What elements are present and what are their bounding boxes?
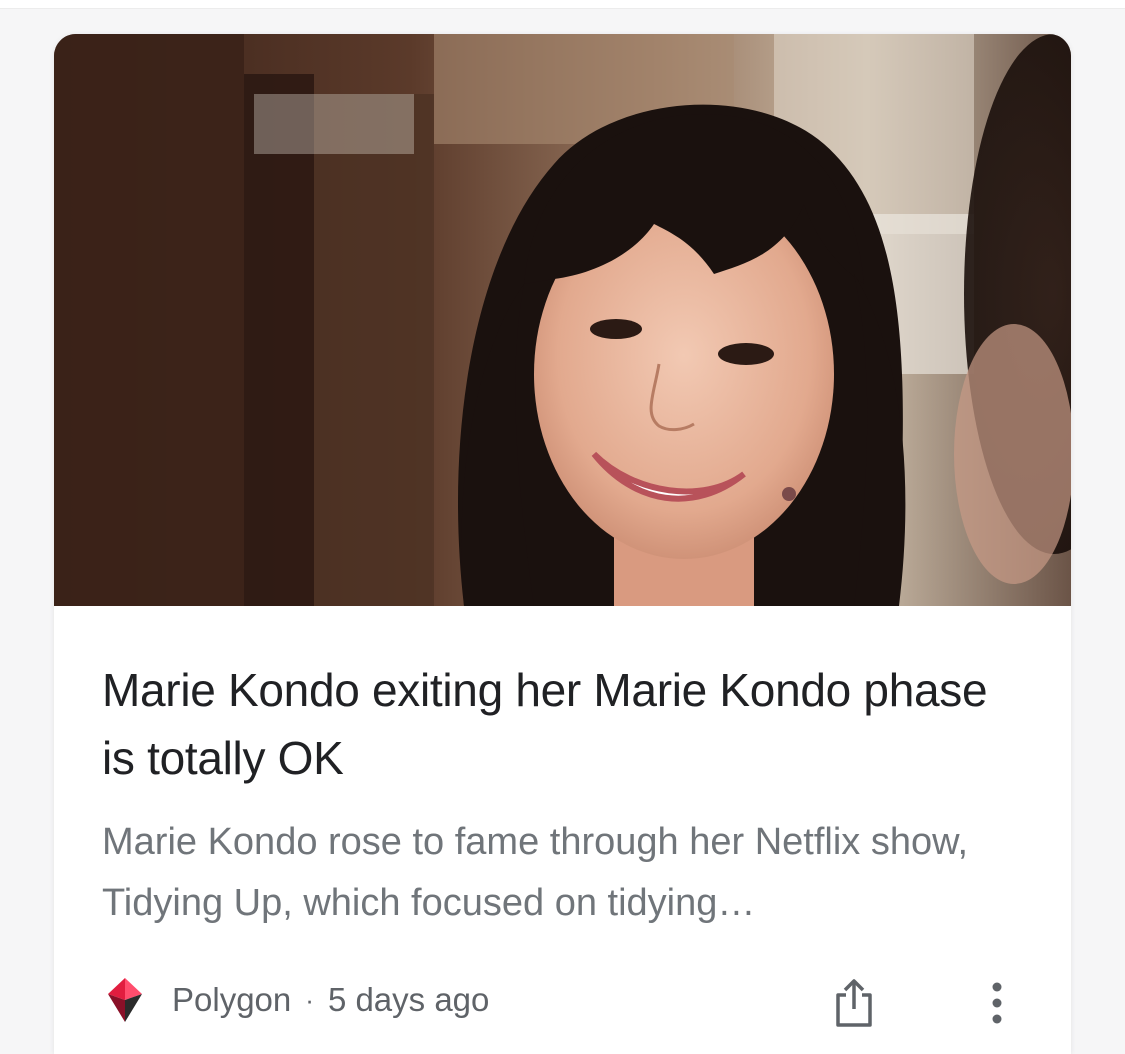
polygon-logo-icon <box>108 978 142 1022</box>
meta-separator: · <box>305 984 314 1015</box>
source-name[interactable]: Polygon <box>172 981 291 1019</box>
article-age: 5 days ago <box>327 981 490 1018</box>
share-button[interactable] <box>832 976 876 1030</box>
share-icon <box>836 979 872 1027</box>
article-headline[interactable]: Marie Kondo exiting her Marie Kondo phas… <box>102 656 1032 792</box>
news-card[interactable]: Marie Kondo exiting her Marie Kondo phas… <box>54 34 1071 1054</box>
article-image[interactable] <box>54 34 1071 606</box>
top-divider <box>0 0 1125 9</box>
article-meta: Polygon · 5 days ago <box>106 978 489 1022</box>
more-options-button[interactable] <box>982 976 1012 1030</box>
article-snippet[interactable]: Marie Kondo rose to fame through her Net… <box>102 812 1032 934</box>
more-vert-icon <box>992 982 1002 1024</box>
